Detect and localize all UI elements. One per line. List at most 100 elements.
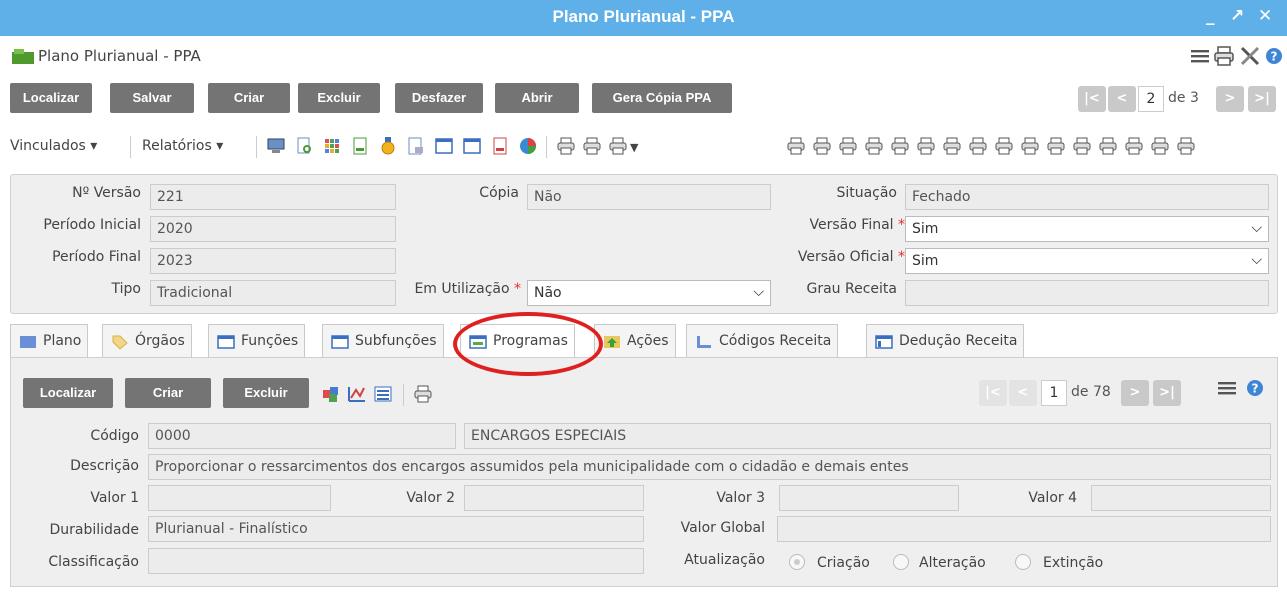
document-edit-icon[interactable]	[406, 136, 426, 156]
descricao-field[interactable]: Proporcionar o ressarcimentos dos encarg…	[148, 454, 1271, 480]
periodo-final-field[interactable]: 2023	[150, 248, 396, 274]
radio-criacao[interactable]	[789, 554, 805, 570]
situacao-field[interactable]: Fechado	[905, 184, 1269, 210]
programas-prev-page-button[interactable]: <	[1009, 380, 1037, 406]
print-icon[interactable]	[1072, 136, 1092, 156]
valor-1-field[interactable]	[148, 485, 331, 511]
tab-orgaos[interactable]: Órgãos	[102, 324, 192, 358]
versao-field[interactable]: 221	[150, 184, 396, 210]
print-icon[interactable]	[786, 136, 806, 156]
print-icon[interactable]	[1212, 44, 1236, 68]
valor-4-field[interactable]	[1091, 485, 1271, 511]
last-page-button[interactable]: >|	[1248, 86, 1276, 112]
radio-alteracao[interactable]	[893, 554, 909, 570]
page-number-input[interactable]: 2	[1138, 86, 1164, 112]
help-icon[interactable]: ?	[1262, 44, 1286, 68]
monitor-icon[interactable]	[266, 136, 286, 156]
window-title: Plano Plurianual - PPA	[552, 7, 735, 26]
criar-button[interactable]: Criar	[208, 83, 290, 113]
programas-excluir-button[interactable]: Excluir	[223, 378, 309, 408]
codigo-field[interactable]: 0000	[148, 423, 456, 449]
document-red-icon[interactable]	[490, 136, 510, 156]
tab-deducao-receita[interactable]: Dedução Receita	[866, 324, 1025, 358]
excluir-button[interactable]: Excluir	[298, 83, 380, 113]
chart-line-icon[interactable]	[347, 384, 367, 404]
prev-page-button[interactable]: <	[1108, 86, 1136, 112]
relatorios-menu[interactable]: Relatórios ▾	[142, 138, 223, 154]
copia-field[interactable]: Não	[527, 184, 771, 210]
document-search-icon[interactable]	[294, 136, 314, 156]
durabilidade-field[interactable]: Plurianual - Finalístico	[148, 516, 644, 542]
first-page-button[interactable]: |<	[1078, 86, 1106, 112]
print-icon[interactable]	[890, 136, 910, 156]
print-icon[interactable]	[1046, 136, 1066, 156]
descricao-label: Descrição	[70, 458, 139, 474]
gera-copia-ppa-button[interactable]: Gera Cópia PPA	[592, 83, 732, 113]
minimize-button[interactable]: _	[1206, 6, 1215, 26]
grid-icon[interactable]	[322, 136, 342, 156]
classificacao-field[interactable]	[148, 548, 644, 574]
versao-oficial-select[interactable]: Sim ⌵	[905, 248, 1269, 274]
valor-global-field[interactable]	[777, 516, 1271, 542]
tab-funcoes[interactable]: Funções	[208, 324, 306, 358]
cubes-icon[interactable]	[321, 384, 341, 404]
codigo-nome-field[interactable]: ENCARGOS ESPECIAIS	[464, 423, 1271, 449]
programas-last-page-button[interactable]: >|	[1153, 380, 1181, 406]
tab-programas[interactable]: Programas	[460, 324, 575, 360]
programas-localizar-button[interactable]: Localizar	[23, 378, 113, 408]
radio-extincao[interactable]	[1015, 554, 1031, 570]
print-icon[interactable]	[812, 136, 832, 156]
localizar-button[interactable]: Localizar	[10, 83, 92, 113]
close-button[interactable]: ✕	[1258, 6, 1272, 26]
tipo-field[interactable]: Tradicional	[150, 280, 396, 306]
vinculados-menu[interactable]: Vinculados ▾	[10, 138, 97, 154]
print-icon[interactable]	[1020, 136, 1040, 156]
print-icon[interactable]	[968, 136, 988, 156]
list-icon[interactable]	[373, 384, 393, 404]
medal-icon[interactable]	[378, 136, 398, 156]
grau-receita-field[interactable]	[905, 280, 1269, 306]
maximize-button[interactable]: ↗	[1230, 6, 1244, 26]
print-icon[interactable]	[582, 136, 602, 156]
window-alt-icon[interactable]	[462, 136, 482, 156]
print-icon[interactable]	[1124, 136, 1144, 156]
print-icon[interactable]	[916, 136, 936, 156]
tab-acoes[interactable]: Ações	[594, 324, 676, 358]
print-icon[interactable]	[864, 136, 884, 156]
em-utilizacao-select[interactable]: Não ⌵	[527, 280, 771, 306]
valor-2-field[interactable]	[464, 485, 644, 511]
tab-codigos-receita[interactable]: Códigos Receita	[686, 324, 839, 358]
versao-final-select[interactable]: Sim ⌵	[905, 216, 1269, 242]
print-icon[interactable]	[1150, 136, 1170, 156]
app-title: Plano Plurianual - PPA	[38, 47, 201, 65]
tab-subfuncoes[interactable]: Subfunções	[322, 324, 444, 358]
document-green-icon[interactable]	[350, 136, 370, 156]
print-icon[interactable]	[1098, 136, 1118, 156]
menu-icon[interactable]	[1188, 44, 1212, 68]
print-icon[interactable]	[556, 136, 576, 156]
chevron-down-icon[interactable]: ▼	[630, 141, 638, 154]
tab-plano[interactable]: Plano	[10, 324, 89, 358]
print-icon[interactable]	[413, 384, 433, 404]
programas-next-page-button[interactable]: >	[1121, 380, 1149, 406]
periodo-inicial-field[interactable]: 2020	[150, 216, 396, 242]
programas-first-page-button[interactable]: |<	[979, 380, 1007, 406]
valor-3-field[interactable]	[779, 485, 959, 511]
salvar-button[interactable]: Salvar	[110, 83, 194, 113]
help-icon[interactable]: ?	[1243, 376, 1267, 400]
window-icon[interactable]	[434, 136, 454, 156]
print-icon[interactable]	[994, 136, 1014, 156]
menu-icon[interactable]	[1215, 376, 1239, 400]
pie-chart-icon[interactable]	[518, 136, 538, 156]
print-icon[interactable]	[1176, 136, 1196, 156]
tools-icon[interactable]	[1238, 44, 1262, 68]
print-icon[interactable]	[942, 136, 962, 156]
programas-criar-button[interactable]: Criar	[125, 378, 211, 408]
print-icon[interactable]	[608, 136, 628, 156]
programas-page-number-input[interactable]: 1	[1041, 380, 1067, 406]
abrir-button[interactable]: Abrir	[495, 83, 579, 113]
print-icon[interactable]	[838, 136, 858, 156]
next-page-button[interactable]: >	[1216, 86, 1244, 112]
desfazer-button[interactable]: Desfazer	[395, 83, 483, 113]
versao-label: Nº Versão	[72, 185, 141, 201]
